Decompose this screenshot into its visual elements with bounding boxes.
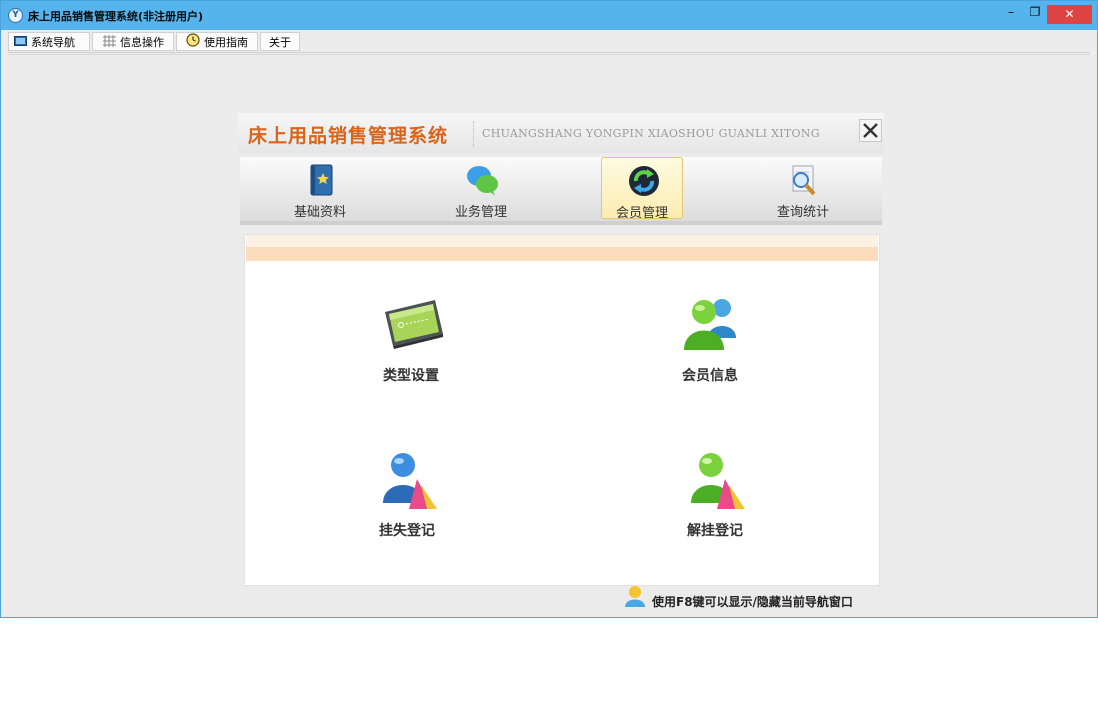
menu-divider xyxy=(8,52,1090,53)
menu-bar: 系统导航 信息操作 使用指南 关于 xyxy=(8,32,1090,52)
menu-label: 使用指南 xyxy=(204,36,248,49)
function-label: 会员信息 xyxy=(682,368,738,384)
app-window: Y 床上用品销售管理系统(非注册用户) – ❐ ✕ 系统导航 信息操作 使用指南… xyxy=(0,0,1098,618)
users-icon xyxy=(684,299,736,350)
nav-subtitle: CHUANGSHANG YONGPIN XIAOSHOU GUANLI XITO… xyxy=(482,127,820,140)
nav-close-button[interactable] xyxy=(859,119,882,142)
tab-label: 基础资料 xyxy=(293,205,346,220)
navigation-panel: 床上用品销售管理系统 CHUANGSHANG YONGPIN XIAOSHOU … xyxy=(238,113,884,611)
device-screen-icon xyxy=(385,300,443,349)
tab-label: 查询统计 xyxy=(776,205,829,220)
function-label: 挂失登记 xyxy=(379,523,435,539)
tab-label: 业务管理 xyxy=(454,205,507,220)
restore-button[interactable]: ❐ xyxy=(1021,1,1049,23)
tab-query-stats[interactable]: 查询统计 xyxy=(762,157,844,220)
menu-label: 关于 xyxy=(269,36,291,49)
menu-label: 信息操作 xyxy=(120,36,164,49)
function-member-info[interactable]: 会员信息 xyxy=(650,294,770,384)
close-button[interactable]: ✕ xyxy=(1047,5,1092,24)
nav-header: 床上用品销售管理系统 CHUANGSHANG YONGPIN XIAOSHOU … xyxy=(238,113,884,153)
title-divider xyxy=(473,121,474,147)
tab-basic-data[interactable]: 基础资料 xyxy=(279,157,361,220)
header-band-accent xyxy=(246,247,878,261)
tab-label: 会员管理 xyxy=(615,206,668,221)
hint-text: 使用F8键可以显示/隐藏当前导航窗口 xyxy=(652,595,853,609)
title-bar[interactable]: Y 床上用品销售管理系统(非注册用户) – ❐ ✕ xyxy=(1,1,1097,30)
magnifier-doc-icon xyxy=(792,165,816,196)
close-icon xyxy=(863,123,878,138)
menu-info-ops[interactable]: 信息操作 xyxy=(92,32,174,51)
function-type-settings[interactable]: 类型设置 xyxy=(351,294,471,384)
function-label: 类型设置 xyxy=(383,368,439,384)
app-logo-icon: Y xyxy=(8,8,23,23)
function-area: 类型设置 会员信息 挂失登记 解挂登记 xyxy=(244,234,880,586)
menu-label: 系统导航 xyxy=(31,36,75,49)
menu-user-guide[interactable]: 使用指南 xyxy=(176,32,258,51)
clock-icon xyxy=(186,33,200,53)
header-band xyxy=(246,235,878,247)
monitor-icon xyxy=(14,34,27,53)
chat-bubbles-icon xyxy=(467,166,498,196)
user-tip-icon xyxy=(625,586,645,607)
function-cancel-loss[interactable]: 解挂登记 xyxy=(655,449,775,539)
tab-business[interactable]: 业务管理 xyxy=(440,157,522,220)
menu-system-nav[interactable]: 系统导航 xyxy=(8,32,90,51)
window-title: 床上用品销售管理系统(非注册用户) xyxy=(28,10,204,23)
nav-tabbar: 基础资料 业务管理 会员管理 查询统计 xyxy=(240,157,882,225)
nav-title: 床上用品销售管理系统 xyxy=(248,125,449,147)
grid-icon xyxy=(103,34,116,53)
sync-arrows-icon xyxy=(629,166,659,196)
user-green-icon xyxy=(691,453,745,509)
function-label: 解挂登记 xyxy=(687,523,743,539)
book-star-icon xyxy=(310,164,333,196)
menu-about[interactable]: 关于 xyxy=(260,32,300,51)
tab-member-management[interactable]: 会员管理 xyxy=(601,157,683,221)
function-report-loss[interactable]: 挂失登记 xyxy=(347,449,467,539)
hint-bar: 使用F8键可以显示/隐藏当前导航窗口 xyxy=(622,585,882,609)
user-blue-icon xyxy=(383,453,437,509)
